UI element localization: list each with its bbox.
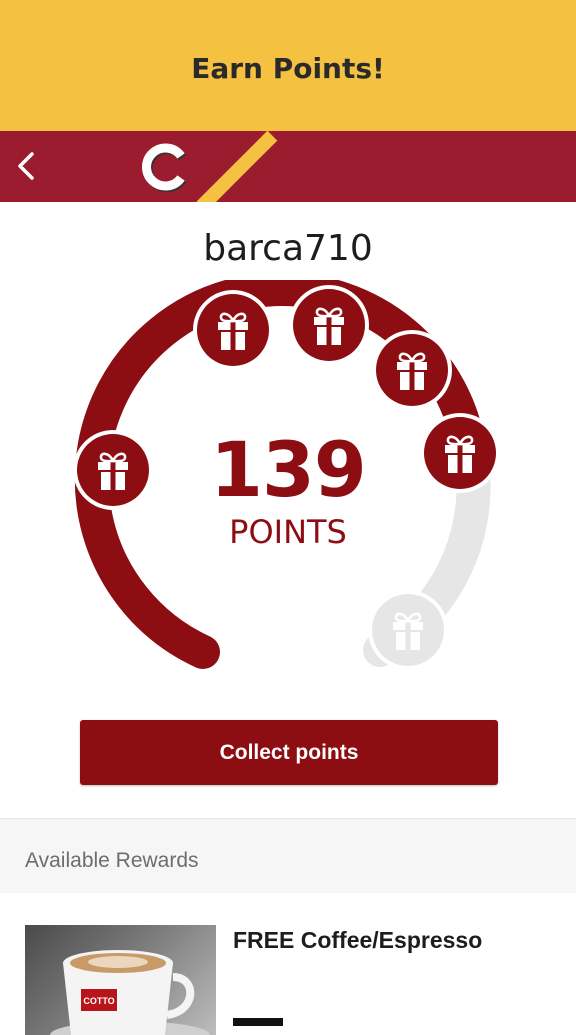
brand-logo-icon (142, 143, 187, 192)
nav-stripe (196, 131, 278, 202)
points-label: POINTS (229, 513, 347, 551)
gift-icon[interactable] (289, 285, 369, 365)
gift-icon-locked (368, 590, 448, 670)
rewards-section-header: Available Rewards (0, 818, 576, 894)
reward-tag (233, 1018, 283, 1026)
collect-points-button[interactable]: Collect points (80, 720, 498, 785)
gift-icon[interactable] (372, 330, 452, 410)
page-title: Earn Points! (191, 52, 385, 85)
chevron-left-icon[interactable] (10, 148, 46, 184)
cup-brand-label: COTTO (83, 996, 114, 1006)
rewards-section-title: Available Rewards (25, 849, 199, 872)
points-value: 139 (210, 425, 367, 514)
coffee-cup-icon: COTTO (50, 950, 210, 1035)
reward-image: COTTO (25, 925, 216, 1035)
reward-list-item[interactable]: COTTO FREE Coffee/Espresso (0, 893, 576, 1035)
username: barca710 (203, 228, 373, 269)
gift-icon[interactable] (193, 290, 273, 370)
app-header: Earn Points! (0, 0, 576, 131)
reward-title: FREE Coffee/Espresso (233, 927, 483, 953)
nav-bar (0, 131, 576, 202)
